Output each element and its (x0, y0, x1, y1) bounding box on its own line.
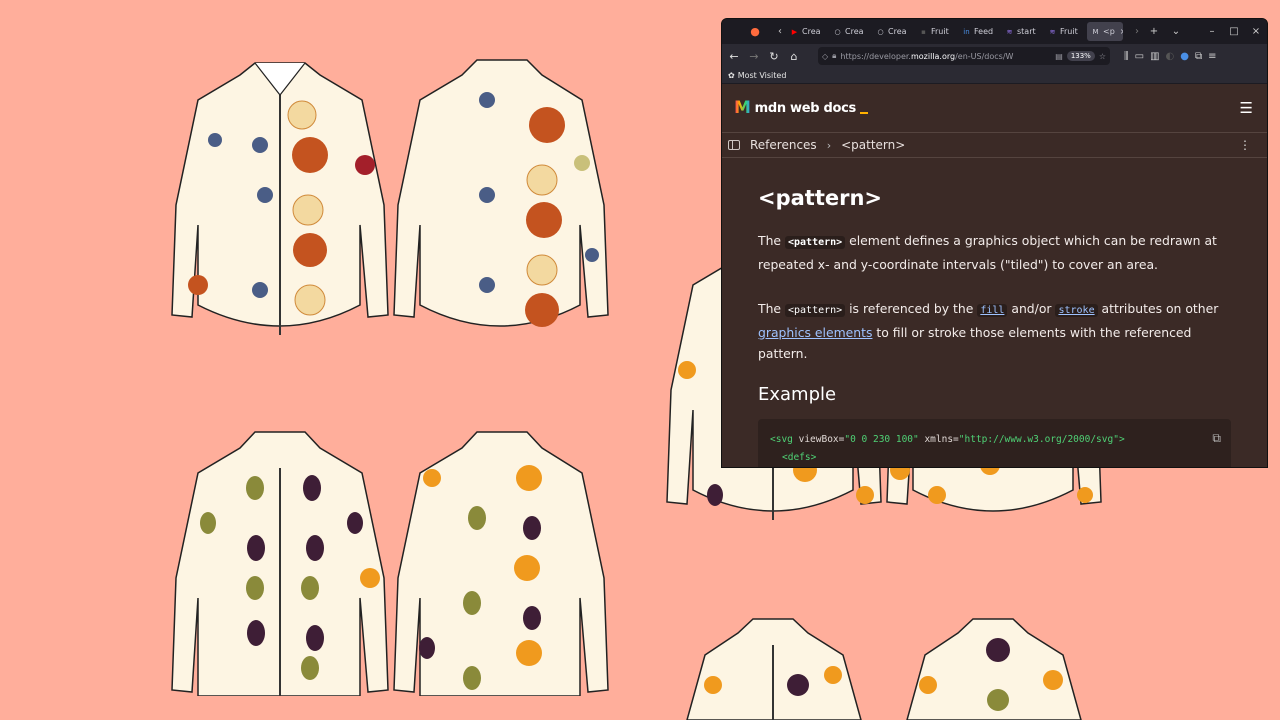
stroke-link[interactable]: stroke (1055, 304, 1098, 317)
shirt-apple-front (170, 55, 390, 340)
fill-link[interactable]: fill (977, 304, 1008, 317)
circle-icon: ○ (877, 27, 884, 36)
close-tab-icon[interactable]: × (1120, 27, 1123, 36)
tab-7[interactable]: ≋ Fruit (1044, 22, 1087, 41)
logo-cursor (860, 112, 868, 114)
more-options-icon[interactable]: ⋮ (1239, 138, 1261, 152)
hamburger-menu-icon[interactable]: ≡ (1208, 51, 1216, 62)
list-tabs-icon[interactable]: ⌄ (1165, 26, 1187, 37)
gear-icon: ✿ (728, 71, 735, 80)
toolbar-icons: ⫼ ▭ ▥ ◐ ● ⧉ ≡ (1124, 51, 1217, 62)
account-icon[interactable]: ● (1180, 51, 1189, 62)
url-bar[interactable]: ◇ 🔒︎ https://developer.mozilla.org/en-US… (818, 47, 1110, 65)
tab-scroll-right-icon[interactable]: › (1131, 26, 1143, 37)
mdn-logo[interactable]: M mdn web docs (734, 98, 868, 118)
tab-strip: ● ‹ ▶ Crea ○ Crea ○ Crea ▪ Fruit in Feed ≋ sta… (722, 19, 1267, 44)
code-example[interactable]: <svg viewBox="0 0 230 100" xmlns="http:/… (758, 418, 1231, 467)
article: <pattern> The <pattern> element defines … (722, 158, 1267, 467)
bookmark-star-icon[interactable]: ☆ (1099, 52, 1106, 61)
graphics-elements-link[interactable]: graphics elements (758, 325, 872, 340)
nav-bar: ← → ↻ ⌂ ◇ 🔒︎ https://developer.mozilla.o… (722, 44, 1267, 68)
most-visited-bookmark[interactable]: Most Visited (738, 71, 787, 80)
tab-active[interactable]: M<p× (1087, 22, 1123, 41)
bookmarks-toolbar: ✿ Most Visited (722, 68, 1267, 84)
columns-icon[interactable]: ▥ (1150, 51, 1159, 62)
home-icon[interactable]: ⌂ (784, 50, 804, 63)
shirt-apple-back (392, 55, 610, 340)
shirt-plum-back (392, 428, 610, 696)
mdn-header: M mdn web docs ☰ (722, 84, 1267, 132)
shield-icon[interactable]: ◇ (822, 52, 828, 61)
breadcrumb-references[interactable]: References (750, 138, 817, 152)
example-heading: Example (758, 383, 837, 405)
shirt-mixed-back (903, 615, 1085, 720)
code-line-1: <svg viewBox="0 0 230 100" xmlns="http:/… (770, 433, 1125, 445)
extensions-icon[interactable]: ⧉ (1195, 51, 1202, 62)
chevron-right-icon: › (826, 138, 832, 152)
tab-scroll-left-icon[interactable]: ‹ (774, 26, 786, 37)
tab-6[interactable]: ≋ start (1001, 22, 1044, 41)
browser-window: ● ‹ ▶ Crea ○ Crea ○ Crea ▪ Fruit in Feed ≋ sta… (721, 18, 1268, 468)
zoom-badge[interactable]: 133% (1066, 51, 1095, 61)
back-icon[interactable]: ← (724, 50, 744, 63)
sidebar-toggle-icon[interactable] (728, 140, 740, 150)
sidebar-icon[interactable]: ▭ (1135, 51, 1144, 62)
fruit-icon: ▪ (921, 27, 926, 36)
reader-view-icon[interactable]: ▤ (1055, 52, 1063, 61)
tab-1[interactable]: ▶ Crea (786, 22, 829, 41)
dark-mode-icon[interactable]: ◐ (1166, 51, 1175, 62)
page-title: <pattern> (758, 186, 883, 210)
shirt-mixed-front (683, 615, 865, 720)
stack-icon: ≋ (1049, 27, 1056, 36)
forward-icon[interactable]: → (744, 50, 764, 63)
circle-icon: ○ (834, 27, 841, 36)
tab-5[interactable]: in Feed (958, 22, 1001, 41)
tab-2[interactable]: ○ Crea (829, 22, 872, 41)
new-tab-icon[interactable]: + (1143, 26, 1165, 37)
tab-4[interactable]: ▪ Fruit (915, 22, 958, 41)
close-window-icon[interactable]: × (1245, 26, 1267, 37)
reload-icon[interactable]: ↻ (764, 50, 784, 63)
maximize-icon[interactable]: □ (1223, 26, 1245, 37)
copy-icon[interactable]: ⧉ (1212, 429, 1221, 447)
mdn-menu-icon[interactable]: ☰ (1240, 99, 1253, 117)
minimize-icon[interactable]: – (1201, 26, 1223, 37)
mdn-icon: M (1092, 27, 1099, 36)
lock-icon[interactable]: 🔒︎ (832, 51, 836, 61)
tab-3[interactable]: ○ Crea (872, 22, 915, 41)
youtube-icon: ▶ (791, 27, 798, 36)
shirt-plum-front (170, 428, 390, 696)
url-text[interactable]: https://developer.mozilla.org/en-US/docs… (840, 52, 1051, 61)
linkedin-icon: in (963, 27, 970, 36)
code-line-2: <defs> (782, 451, 817, 463)
reference-paragraph: The <pattern> is referenced by the fill … (758, 301, 1219, 361)
breadcrumb: References › <pattern> ⋮ (722, 132, 1267, 158)
library-icon[interactable]: ⫼ (1124, 51, 1129, 62)
breadcrumb-pattern[interactable]: <pattern> (841, 138, 905, 152)
intro-paragraph: The <pattern> element defines a graphics… (758, 233, 1217, 272)
firefox-menu-icon[interactable]: ● (746, 23, 764, 41)
stack-icon: ≋ (1006, 27, 1013, 36)
mdn-logo-icon: M (734, 98, 751, 118)
